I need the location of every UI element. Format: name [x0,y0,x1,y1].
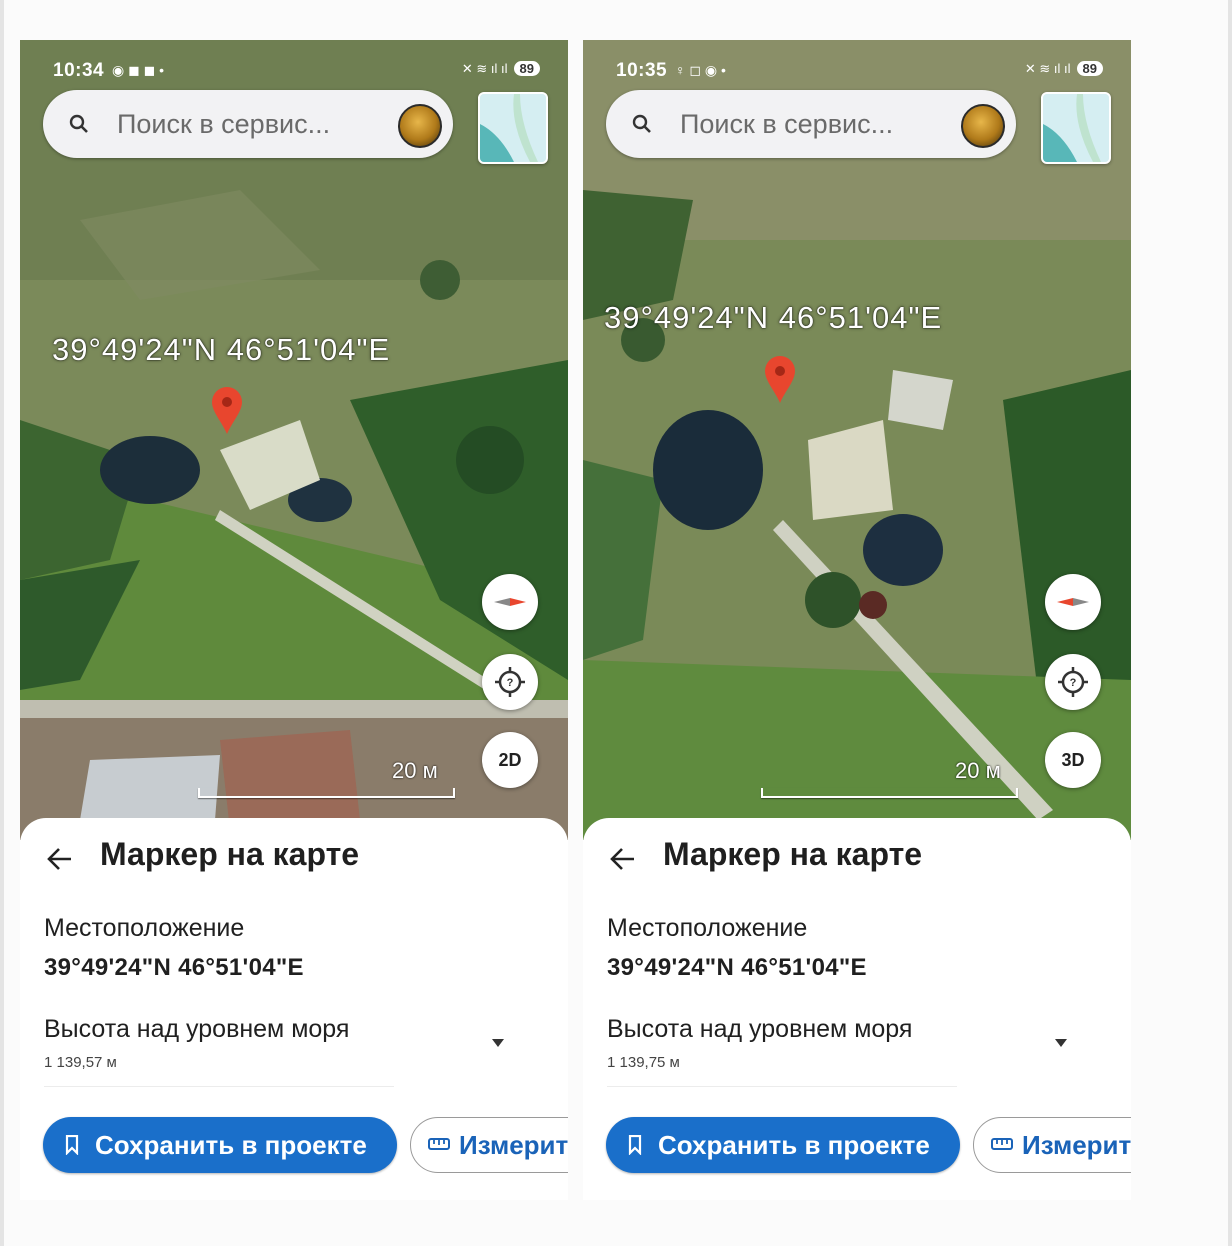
my-location-button[interactable]: ? [482,654,538,710]
status-time: 10:34 [53,60,105,81]
bookmark-icon [65,1135,79,1155]
save-to-project-button[interactable]: Сохранить в проекте [606,1117,960,1173]
location-label: Местоположение [607,914,808,942]
location-label: Местоположение [44,914,245,942]
locate-icon: ? [1058,667,1088,697]
notification-icons: ◉ ◼ ◼ • [112,62,165,78]
altitude-label: Высота над уровнем моря [607,1015,913,1043]
battery-indicator: 89 [1076,61,1103,76]
layers-icon [480,94,546,162]
sheet-title: Маркер на карте [100,836,360,872]
phone-screen-right: 10:35 ♀ ◻ ◉ • ✕ ≋ ıl ıl 89 Поиск в сервис… [583,40,1131,1200]
layers-button[interactable] [1041,92,1111,164]
save-to-project-button[interactable]: Сохранить в проекте [43,1117,397,1173]
measure-button-label: Измерит [459,1130,568,1160]
divider [607,1086,957,1087]
back-arrow-icon[interactable] [608,844,638,874]
search-icon [632,114,651,133]
layers-icon [1043,94,1109,162]
scale-bar [198,788,455,798]
svg-text:?: ? [507,677,514,689]
compass-button[interactable] [1045,574,1101,630]
measure-button[interactable]: Измерит [973,1117,1131,1173]
map-coordinates-label: 39°49'24"N 46°51'04"E [52,332,391,367]
save-button-label: Сохранить в проекте [95,1130,367,1160]
view-mode-toggle[interactable]: 3D [1045,732,1101,788]
satellite-map[interactable]: 10:34 ◉ ◼ ◼ • ✕ ≋ ıl ıl 89 Поиск в сервис… [20,40,568,840]
avatar[interactable] [961,104,1005,148]
scan-edge [0,0,4,1246]
altitude-value: 1 139,75 м [607,1054,680,1071]
altitude-label: Высота над уровнем моря [44,1015,350,1043]
svg-text:?: ? [1070,677,1077,689]
battery-indicator: 89 [513,61,540,76]
measure-button-label: Измерит [1022,1130,1131,1160]
search-icon [69,114,88,133]
avatar[interactable] [398,104,442,148]
ruler-icon [991,1138,1013,1150]
search-input[interactable]: Поиск в сервис... [117,109,330,140]
bottom-sheet: Маркер на карте Местоположение 39°49'24"… [583,818,1131,1200]
scale-label: 20 м [955,758,1001,783]
measure-button[interactable]: Измерит [410,1117,568,1173]
compass-icon [494,598,526,606]
location-value: 39°49'24"N 46°51'04"E [44,954,304,981]
search-bar[interactable]: Поиск в сервис... [43,90,453,158]
bottom-sheet: Маркер на карте Местоположение 39°49'24"… [20,818,568,1200]
compass-button[interactable] [482,574,538,630]
notification-icons: ♀ ◻ ◉ • [675,62,726,78]
bookmark-icon [628,1135,642,1155]
location-value: 39°49'24"N 46°51'04"E [607,954,867,981]
layers-button[interactable] [478,92,548,164]
save-button-label: Сохранить в проекте [658,1130,930,1160]
scan-edge [1228,0,1232,1246]
map-marker-icon[interactable] [763,355,797,405]
divider [44,1086,394,1087]
status-bar: 10:35 ♀ ◻ ◉ • ✕ ≋ ıl ıl 89 [583,58,1131,86]
map-coordinates-label: 39°49'24"N 46°51'04"E [604,300,943,335]
map-marker-icon[interactable] [210,386,244,436]
signal-icons: ✕ ≋ ıl ıl 89 [462,61,540,77]
search-input[interactable]: Поиск в сервис... [680,109,893,140]
scale-bar [761,788,1018,798]
chevron-down-icon[interactable] [1054,1038,1068,1048]
sheet-title: Маркер на карте [663,836,923,872]
status-time: 10:35 [616,60,668,81]
locate-icon: ? [495,667,525,697]
phone-screen-left: 10:34 ◉ ◼ ◼ • ✕ ≋ ıl ıl 89 Поиск в сервис… [20,40,568,1200]
search-bar[interactable]: Поиск в сервис... [606,90,1016,158]
view-mode-toggle[interactable]: 2D [482,732,538,788]
signal-icons: ✕ ≋ ıl ıl 89 [1025,61,1103,77]
scale-label: 20 м [392,758,438,783]
status-bar: 10:34 ◉ ◼ ◼ • ✕ ≋ ıl ıl 89 [20,58,568,86]
chevron-down-icon[interactable] [491,1038,505,1048]
back-arrow-icon[interactable] [45,844,75,874]
ruler-icon [428,1138,450,1150]
satellite-map[interactable]: 10:35 ♀ ◻ ◉ • ✕ ≋ ıl ıl 89 Поиск в сервис… [583,40,1131,840]
compass-icon [1057,598,1089,606]
my-location-button[interactable]: ? [1045,654,1101,710]
altitude-value: 1 139,57 м [44,1054,117,1071]
